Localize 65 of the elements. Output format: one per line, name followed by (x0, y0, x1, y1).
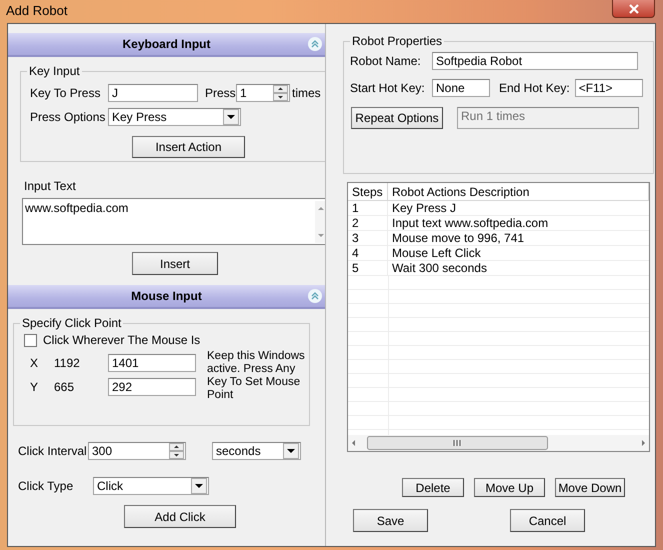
group-label: Robot Properties (351, 34, 444, 48)
start-hot-key-field[interactable]: None (432, 79, 490, 97)
field-label: Press Options (30, 110, 106, 124)
spinner-arrows-icon (273, 85, 288, 101)
field-suffix: times (292, 86, 321, 100)
collapse-icon[interactable] (308, 37, 322, 51)
save-button[interactable]: Save (353, 509, 428, 532)
field-label: End Hot Key: (499, 81, 570, 95)
repeat-options-button[interactable]: Repeat Options (351, 107, 443, 129)
press-count-spinner[interactable]: 1 (236, 84, 290, 102)
vertical-scrollbar[interactable] (315, 201, 325, 243)
section-title: Mouse Input (131, 289, 202, 303)
close-icon (628, 4, 640, 14)
field-label: Key To Press (30, 86, 102, 100)
hint-text: Keep this Windows active. Press Any Key To Set Mouse Point (207, 350, 306, 402)
collapse-icon[interactable] (308, 289, 322, 303)
column-header[interactable]: Robot Actions Description (388, 183, 649, 201)
group-label: Specify Click Point (21, 316, 122, 330)
table-cell-text: Mouse Left Click (391, 246, 482, 260)
robot-name-field[interactable]: Softpedia Robot (432, 52, 638, 70)
field-label: Click Interval (18, 444, 88, 458)
insert-action-button[interactable]: Insert Action (132, 136, 245, 158)
checkbox-label: Click Wherever The Mouse Is (43, 333, 200, 347)
coordinate-field[interactable]: 292 (108, 378, 196, 396)
click-type-dropdown[interactable]: Click (93, 477, 209, 495)
table-cell-text: Wait 300 seconds (391, 261, 488, 275)
column-header[interactable]: Steps (348, 183, 388, 201)
table-cell: 4 (348, 246, 388, 260)
field-label: Press (205, 86, 236, 100)
cancel-button[interactable]: Cancel (510, 509, 585, 532)
add-click-button[interactable]: Add Click (124, 505, 236, 528)
field-label: Click Type (18, 479, 74, 493)
coordinate-field[interactable]: 1401 (108, 354, 196, 372)
field-label: Start Hot Key: (350, 81, 426, 95)
press-options-dropdown[interactable]: Key Press (108, 108, 241, 126)
list-action-button[interactable]: Move Up (474, 478, 545, 497)
horizontal-scrollbar[interactable] (348, 435, 649, 451)
table-cell: 3 (348, 231, 388, 245)
table-cell: 2 (348, 216, 388, 230)
input-text-area[interactable]: www.softpedia.com (22, 198, 325, 245)
close-button[interactable] (612, 0, 655, 18)
table-cell: 5 (348, 261, 388, 275)
section-title: Keyboard Input (122, 37, 210, 51)
coordinate-reading: 665 (54, 380, 76, 394)
axis-label: Y (30, 380, 40, 394)
table-cell-text: Mouse move to 996, 741 (391, 231, 526, 245)
checkbox[interactable] (24, 334, 37, 346)
field-label: Robot Name: (350, 54, 422, 68)
repeat-summary-field: Run 1 times (457, 107, 639, 129)
table-cell-text: Input text www.softpedia.com (391, 216, 550, 230)
interval-unit-dropdown[interactable]: seconds (212, 442, 301, 460)
key-field[interactable]: J (108, 84, 198, 102)
table-cell: 1 (348, 201, 388, 215)
spinner-arrows-icon (169, 443, 184, 459)
click-interval-spinner[interactable]: 300 (88, 442, 186, 460)
list-action-button[interactable]: Delete (402, 478, 464, 497)
list-action-button[interactable]: Move Down (555, 478, 625, 497)
group-label: Key Input (28, 64, 81, 78)
field-label: Input Text (24, 179, 77, 193)
insert-button[interactable]: Insert (132, 252, 218, 275)
axis-label: X (30, 356, 40, 370)
end-hot-key-field[interactable]: <F11> (574, 79, 643, 97)
table-cell-text: Key Press J (391, 201, 458, 215)
window-title: Add Robot (6, 3, 68, 18)
coordinate-reading: 1192 (54, 356, 81, 370)
